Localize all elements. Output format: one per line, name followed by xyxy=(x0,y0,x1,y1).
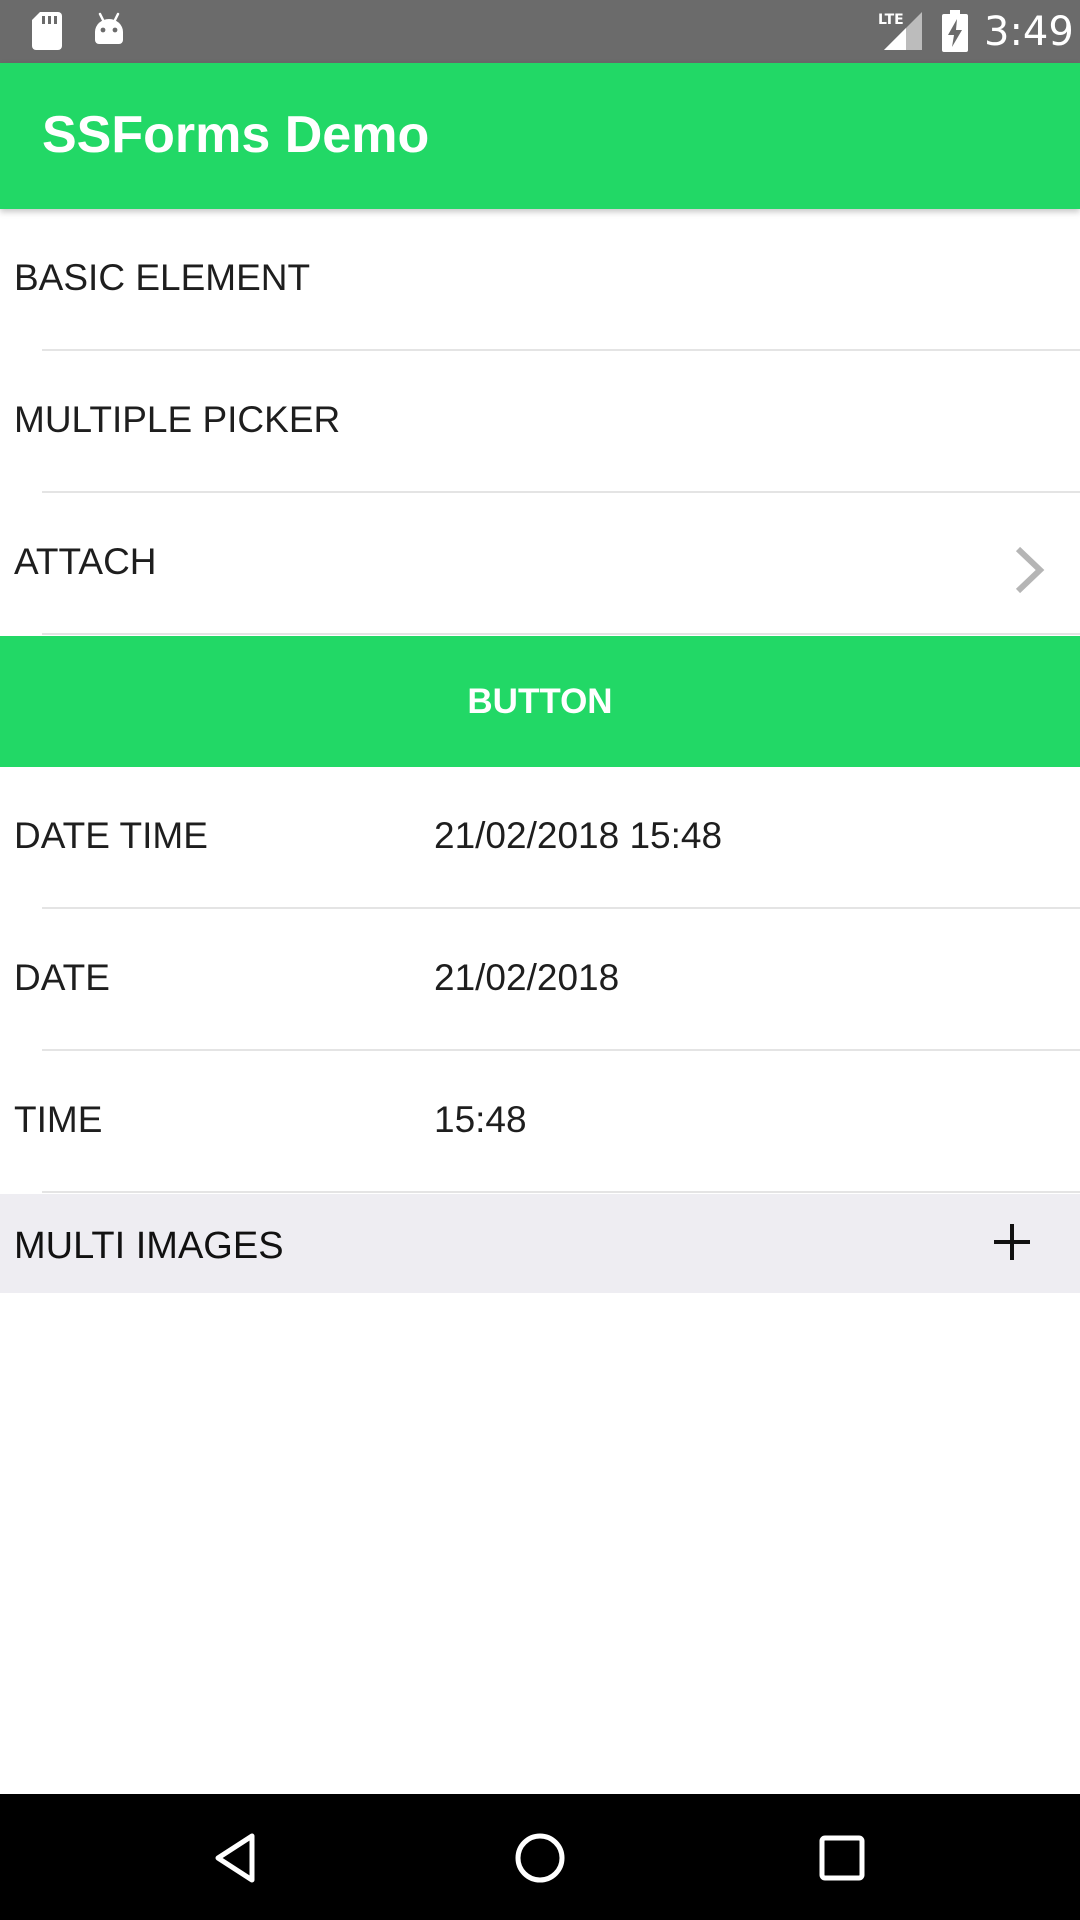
multi-images-label: MULTI IMAGES xyxy=(14,1225,284,1267)
app-title: SSForms Demo xyxy=(42,106,430,164)
back-icon[interactable] xyxy=(208,1828,268,1888)
basic-element-label: BASIC ELEMENT xyxy=(14,257,311,298)
button[interactable]: BUTTON xyxy=(0,636,1080,767)
navigation-bar xyxy=(0,1794,1080,1920)
battery-charging-icon xyxy=(942,10,968,52)
date-label: DATE xyxy=(14,957,110,998)
date-time-label: DATE TIME xyxy=(14,815,208,856)
plus-icon[interactable] xyxy=(990,1220,1034,1264)
time-value[interactable]: 15:48 xyxy=(434,1099,527,1141)
chevron-right-icon xyxy=(1015,546,1045,594)
multi-images-section: MULTI IMAGES xyxy=(0,1194,1080,1293)
sd-card-icon xyxy=(32,12,62,50)
home-icon[interactable] xyxy=(510,1828,570,1888)
date-time-value[interactable]: 21/02/2018 15:48 xyxy=(434,815,722,857)
button-label: BUTTON xyxy=(467,682,613,721)
recents-icon[interactable] xyxy=(812,1828,872,1888)
row-separator xyxy=(42,633,1080,635)
clock: 3:49 xyxy=(984,9,1074,55)
time-row[interactable]: TIME 15:48 xyxy=(0,1051,1080,1193)
date-value[interactable]: 21/02/2018 xyxy=(434,957,619,999)
multiple-picker-label: MULTIPLE PICKER xyxy=(14,399,341,440)
attach-row[interactable]: ATTACH xyxy=(0,493,1080,635)
app-bar: SSForms Demo xyxy=(0,63,1080,209)
multiple-picker-row[interactable]: MULTIPLE PICKER xyxy=(0,351,1080,493)
date-time-row[interactable]: DATE TIME 21/02/2018 15:48 xyxy=(0,767,1080,909)
basic-element-row[interactable]: BASIC ELEMENT xyxy=(0,209,1080,351)
status-bar: LTE 3:49 xyxy=(0,0,1080,63)
signal-icon: LTE xyxy=(878,12,922,50)
android-icon xyxy=(95,12,123,44)
attach-label: ATTACH xyxy=(14,541,157,582)
row-separator xyxy=(42,1191,1080,1193)
date-row[interactable]: DATE 21/02/2018 xyxy=(0,909,1080,1051)
network-type-label: LTE xyxy=(878,12,904,28)
time-label: TIME xyxy=(14,1099,103,1140)
